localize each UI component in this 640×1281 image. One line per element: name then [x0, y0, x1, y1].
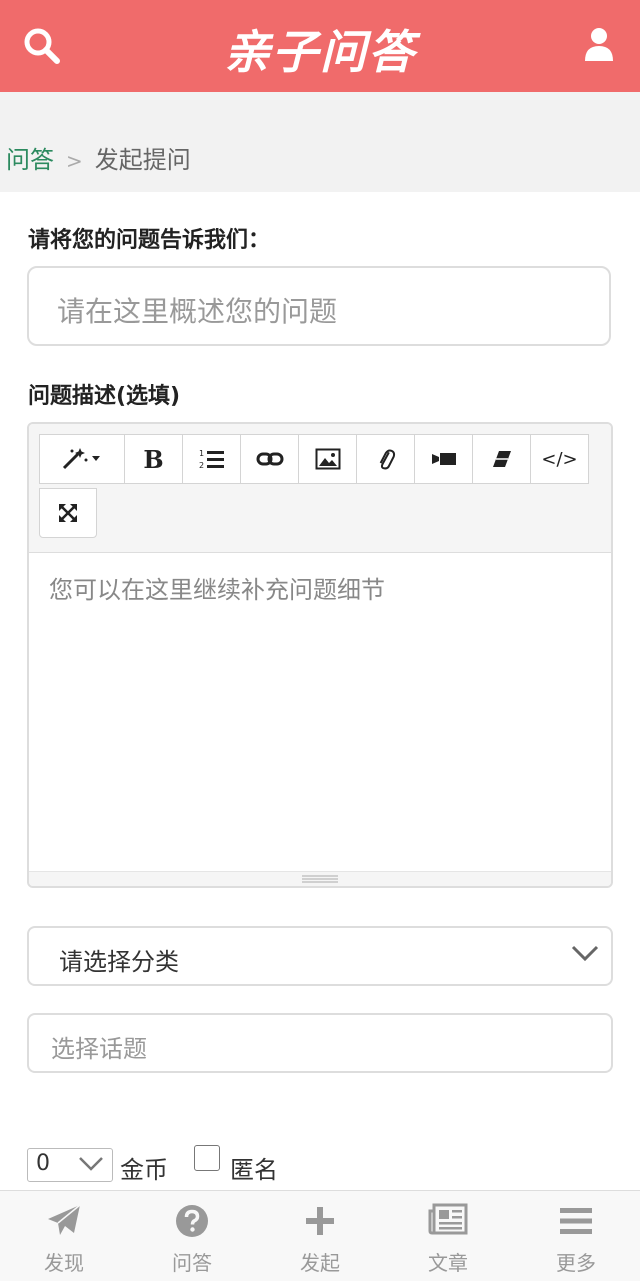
- fullscreen-button[interactable]: [39, 488, 97, 538]
- breadcrumb: 问答 > 发起提问: [6, 140, 191, 175]
- site-logo[interactable]: 亲子问答: [0, 16, 640, 82]
- code-view-button[interactable]: </>: [530, 434, 589, 484]
- video-icon: [431, 453, 456, 465]
- top-header: 亲子问答: [0, 0, 640, 92]
- nav-item-discover[interactable]: 发现: [0, 1191, 128, 1281]
- grip-lines-icon: [302, 875, 338, 883]
- clear-format-button[interactable]: [472, 434, 531, 484]
- link-button[interactable]: [240, 434, 299, 484]
- ordered-list-icon: 1 2: [199, 449, 224, 470]
- bottom-navigation: 发现 问答 发起 文章 更多: [0, 1190, 640, 1281]
- nav-item-qa[interactable]: 问答: [128, 1191, 256, 1281]
- anonymous-checkbox[interactable]: [194, 1145, 220, 1171]
- coin-select-value: 0: [36, 1151, 50, 1176]
- breadcrumb-separator: >: [66, 149, 83, 173]
- magic-wand-icon: [62, 448, 100, 470]
- breadcrumb-current: 发起提问: [94, 146, 191, 174]
- paperclip-icon: [379, 449, 395, 470]
- topic-input[interactable]: 选择话题: [27, 1013, 613, 1073]
- menu-bars-icon: [560, 1208, 592, 1234]
- image-icon: [315, 448, 340, 470]
- category-select[interactable]: 请选择分类: [27, 926, 613, 986]
- nav-item-articles[interactable]: 文章: [384, 1191, 512, 1281]
- style-dropdown-button[interactable]: [39, 434, 125, 484]
- user-button[interactable]: [584, 26, 618, 66]
- nav-label: 发起: [300, 1251, 340, 1275]
- nav-label: 问答: [172, 1251, 212, 1275]
- nav-label: 更多: [556, 1251, 596, 1275]
- link-icon: [256, 452, 283, 466]
- svg-text:1: 1: [199, 449, 204, 458]
- image-button[interactable]: [298, 434, 357, 484]
- ordered-list-button[interactable]: 1 2: [182, 434, 241, 484]
- bold-button[interactable]: B: [124, 434, 183, 484]
- anonymous-label[interactable]: 匿名: [230, 1150, 278, 1185]
- breadcrumb-home-link[interactable]: 问答: [6, 146, 54, 174]
- paper-plane-icon: [48, 1204, 81, 1235]
- newspaper-icon: [428, 1203, 468, 1235]
- nav-label: 发现: [44, 1251, 84, 1275]
- nav-item-more[interactable]: 更多: [512, 1191, 640, 1281]
- editor-content-area[interactable]: 您可以在这里继续补充问题细节: [49, 570, 385, 605]
- question-title-label: 请将您的问题告诉我们：: [28, 228, 271, 253]
- chevron-down-icon: [571, 945, 599, 962]
- nav-label: 文章: [428, 1251, 468, 1275]
- nav-item-create[interactable]: 发起: [256, 1191, 384, 1281]
- question-title-input[interactable]: 请在这里概述您的问题: [27, 266, 611, 346]
- question-circle-icon: [176, 1205, 208, 1237]
- video-button[interactable]: [414, 434, 473, 484]
- plus-icon: [306, 1207, 334, 1235]
- coin-label: 金币: [120, 1156, 168, 1184]
- svg-text:2: 2: [199, 461, 204, 470]
- user-icon: [585, 28, 613, 61]
- category-select-value: 请选择分类: [59, 948, 179, 976]
- chevron-down-icon: [79, 1157, 103, 1171]
- expand-icon: [59, 504, 77, 522]
- eraser-icon: [492, 451, 511, 467]
- attachment-button[interactable]: [356, 434, 415, 484]
- coin-select[interactable]: 0: [27, 1148, 113, 1182]
- editor-resize-handle[interactable]: [29, 871, 611, 886]
- question-description-label: 问题描述(选填): [28, 384, 181, 409]
- rich-text-editor: B 1 2 </> 您可以在这里继续补充问题细节: [27, 422, 613, 888]
- editor-toolbar: B 1 2 </>: [29, 424, 611, 553]
